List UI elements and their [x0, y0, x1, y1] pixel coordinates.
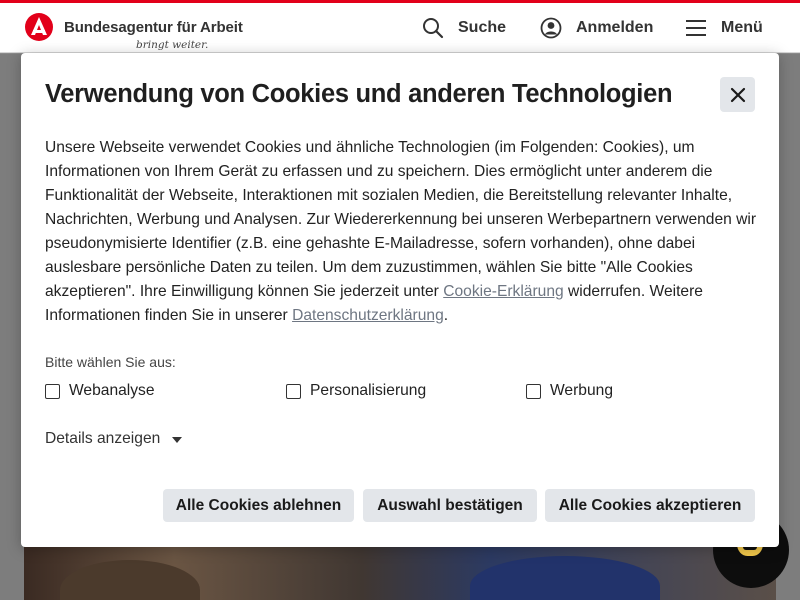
privacy-policy-link[interactable]: Datenschutzerklärung [292, 307, 444, 324]
checkbox-personalisierung[interactable]: Personalisierung [286, 382, 426, 400]
details-toggle[interactable]: Details anzeigen [45, 430, 183, 448]
reject-all-button[interactable]: Alle Cookies ablehnen [163, 489, 354, 522]
chat-bubble-tail [765, 568, 783, 582]
checkbox-webanalyse[interactable]: Webanalyse [45, 382, 155, 400]
checkbox-box[interactable] [526, 383, 541, 399]
brand-logo[interactable]: Bundesagentur für Arbeit bringt weiter. [24, 11, 244, 51]
options-label: Bitte wählen Sie aus: [45, 354, 176, 370]
login-label: Anmelden [576, 19, 654, 36]
cookie-consent-dialog: Verwendung von Cookies und anderen Techn… [21, 53, 779, 547]
confirm-selection-button[interactable]: Auswahl bestätigen [363, 489, 537, 522]
accept-all-button[interactable]: Alle Cookies akzeptieren [545, 489, 755, 522]
checkbox-werbung[interactable]: Werbung [526, 382, 613, 400]
login-button[interactable]: Anmelden [540, 3, 653, 53]
site-header: Bundesagentur für Arbeit bringt weiter. … [0, 3, 800, 53]
menu-button[interactable]: Menü [685, 3, 763, 53]
menu-icon [686, 20, 706, 36]
description-text: . [443, 307, 449, 324]
checkbox-box[interactable] [45, 383, 60, 399]
dialog-description: Unsere Webseite verwendet Cookies und äh… [45, 136, 757, 328]
checkbox-label: Werbung [550, 382, 613, 399]
details-label: Details anzeigen [45, 430, 161, 447]
brand-name: Bundesagentur für Arbeit [64, 19, 243, 36]
search-button[interactable]: Suche [422, 3, 506, 53]
brand-slogan: bringt weiter. [136, 39, 209, 51]
close-icon [730, 87, 745, 102]
search-label: Suche [458, 19, 507, 36]
search-icon [423, 18, 444, 39]
description-text: Unsere Webseite verwendet Cookies und äh… [45, 139, 757, 300]
menu-label: Menü [721, 19, 763, 36]
cookie-declaration-link[interactable]: Cookie-Erklärung [443, 283, 563, 300]
checkbox-label: Personalisierung [310, 382, 427, 399]
brand-logo-icon [25, 13, 53, 41]
checkbox-label: Webanalyse [69, 382, 155, 399]
caret-down-icon [172, 437, 183, 443]
dialog-title: Verwendung von Cookies und anderen Techn… [45, 80, 673, 108]
user-icon [540, 17, 562, 39]
checkbox-box[interactable] [286, 383, 301, 399]
close-button[interactable] [720, 77, 755, 112]
